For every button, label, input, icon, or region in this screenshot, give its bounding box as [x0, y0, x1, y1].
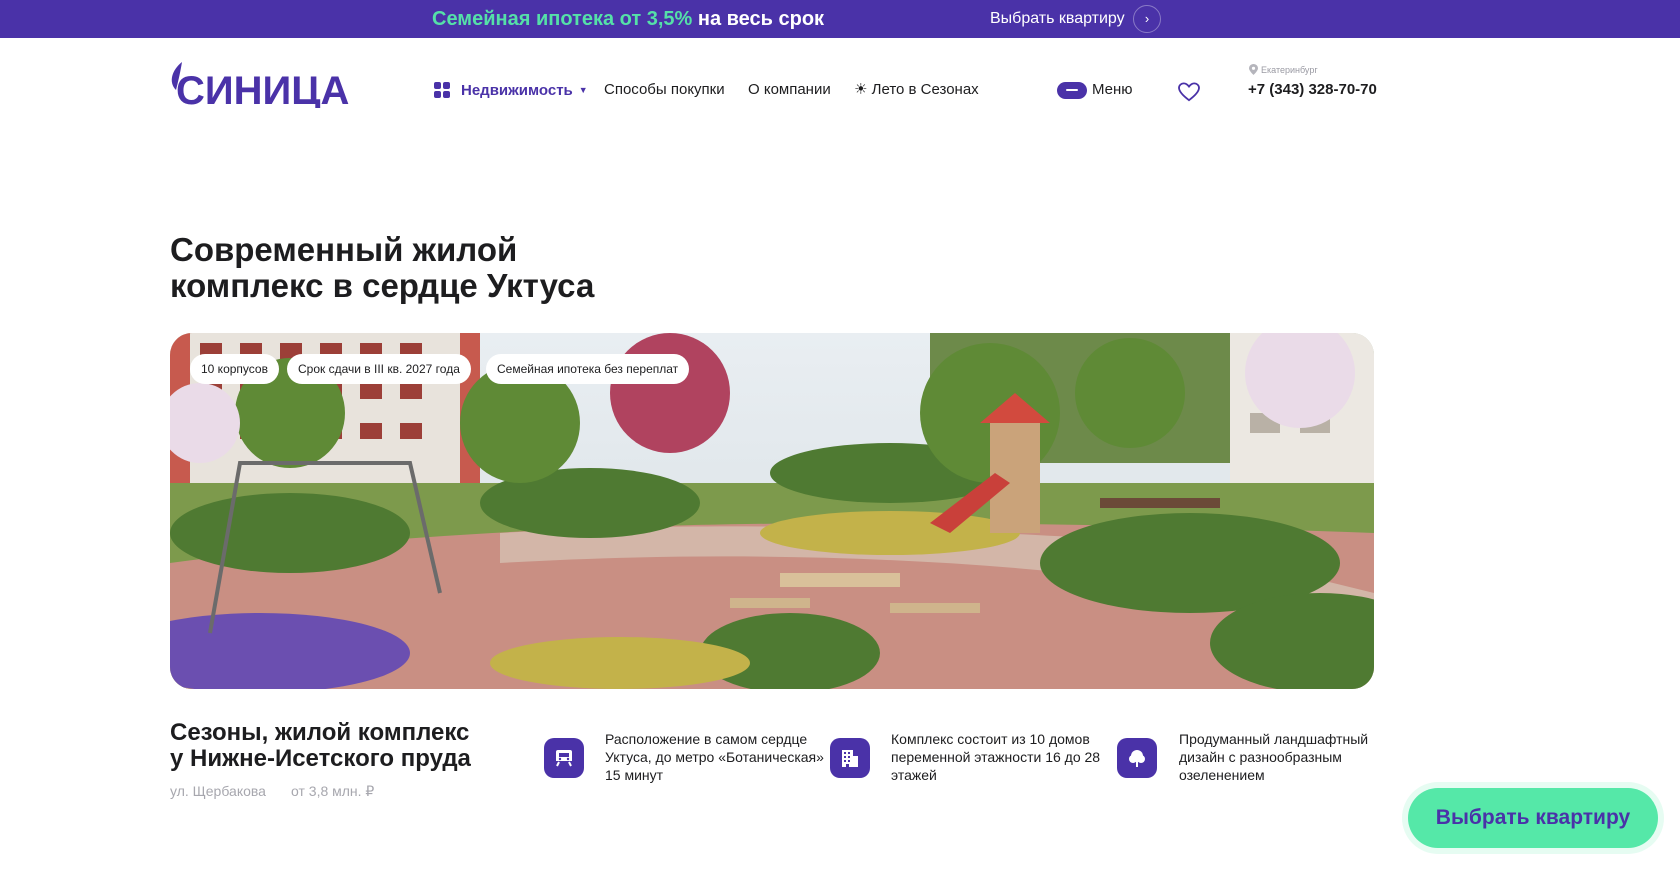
- nav-purchase-methods[interactable]: Способы покупки: [604, 80, 725, 100]
- hero-image: [170, 333, 1374, 689]
- menu-button[interactable]: Меню: [1092, 80, 1133, 100]
- logo-text: СИНИЦА: [176, 69, 349, 108]
- phone-link[interactable]: +7 (343) 328-70-70: [1248, 80, 1377, 100]
- page-title-line-1: Современный жилой: [170, 231, 518, 268]
- feature-buildings-text: Комплекс состоит из 10 домов переменной …: [891, 731, 1101, 783]
- favorites-heart-icon[interactable]: [1178, 82, 1200, 102]
- sun-icon: ☀: [854, 81, 868, 98]
- hero-tag-mortgage: Семейная ипотека без переплат: [486, 354, 690, 384]
- complex-price: от 3,8 млн. ₽: [291, 783, 375, 799]
- tree-icon: [1117, 738, 1157, 778]
- choose-apartment-button[interactable]: Выбрать квартиру: [1408, 788, 1658, 848]
- city-label: Екатеринбург: [1261, 65, 1318, 75]
- feature-location-text: Расположение в самом сердце Уктуса, до м…: [605, 731, 824, 783]
- promo-bar: Семейная ипотека от 3,5% на весь срок Вы…: [0, 0, 1680, 38]
- nav-summer[interactable]: ☀ Лето в Сезонах: [854, 80, 979, 100]
- chevron-down-icon: ▼: [578, 85, 588, 95]
- building-icon: [830, 738, 870, 778]
- complex-title-line-2: у Нижне-Исетского пруда: [170, 745, 471, 772]
- complex-address: ул. Щербакова: [170, 783, 266, 799]
- courtyard-illustration: [170, 333, 1374, 689]
- hero-tag-deadline: Срок сдачи в III кв. 2027 года: [287, 354, 471, 384]
- logo[interactable]: СИНИЦА: [168, 60, 386, 113]
- promo-choose-apartment-link[interactable]: Выбрать квартиру: [990, 8, 1125, 30]
- page-title-line-2: комплекс в сердце Уктуса: [170, 267, 595, 304]
- grid-icon: [434, 82, 450, 98]
- menu-icon[interactable]: [1057, 82, 1087, 99]
- page-title: Современный жилой комплекс в сердце Укту…: [170, 232, 870, 304]
- logo-mark: СИНИЦА: [171, 62, 349, 113]
- feature-landscape-text: Продуманный ландшафтный дизайн с разнооб…: [1179, 731, 1369, 783]
- nav-realty-label: Недвижимость: [461, 82, 573, 99]
- nav-summer-label: Лето в Сезонах: [871, 81, 979, 98]
- promo-rest-text: на весь срок: [692, 8, 825, 30]
- complex-title-line-1: Сезоны, жилой комплекс: [170, 719, 470, 746]
- nav-realty[interactable]: Недвижимость ▼: [461, 80, 588, 101]
- complex-title: Сезоны, жилой комплекс у Нижне-Исетского…: [170, 720, 500, 772]
- metro-icon: [544, 738, 584, 778]
- promo-arrow-button[interactable]: ›: [1133, 5, 1161, 33]
- hero-tag-buildings: 10 корпусов: [190, 354, 279, 384]
- promo-text: Семейная ипотека от 3,5% на весь срок: [432, 8, 824, 30]
- location-pin-icon: [1249, 64, 1258, 75]
- promo-accent-text: Семейная ипотека от 3,5%: [432, 8, 693, 30]
- nav-about[interactable]: О компании: [748, 80, 831, 100]
